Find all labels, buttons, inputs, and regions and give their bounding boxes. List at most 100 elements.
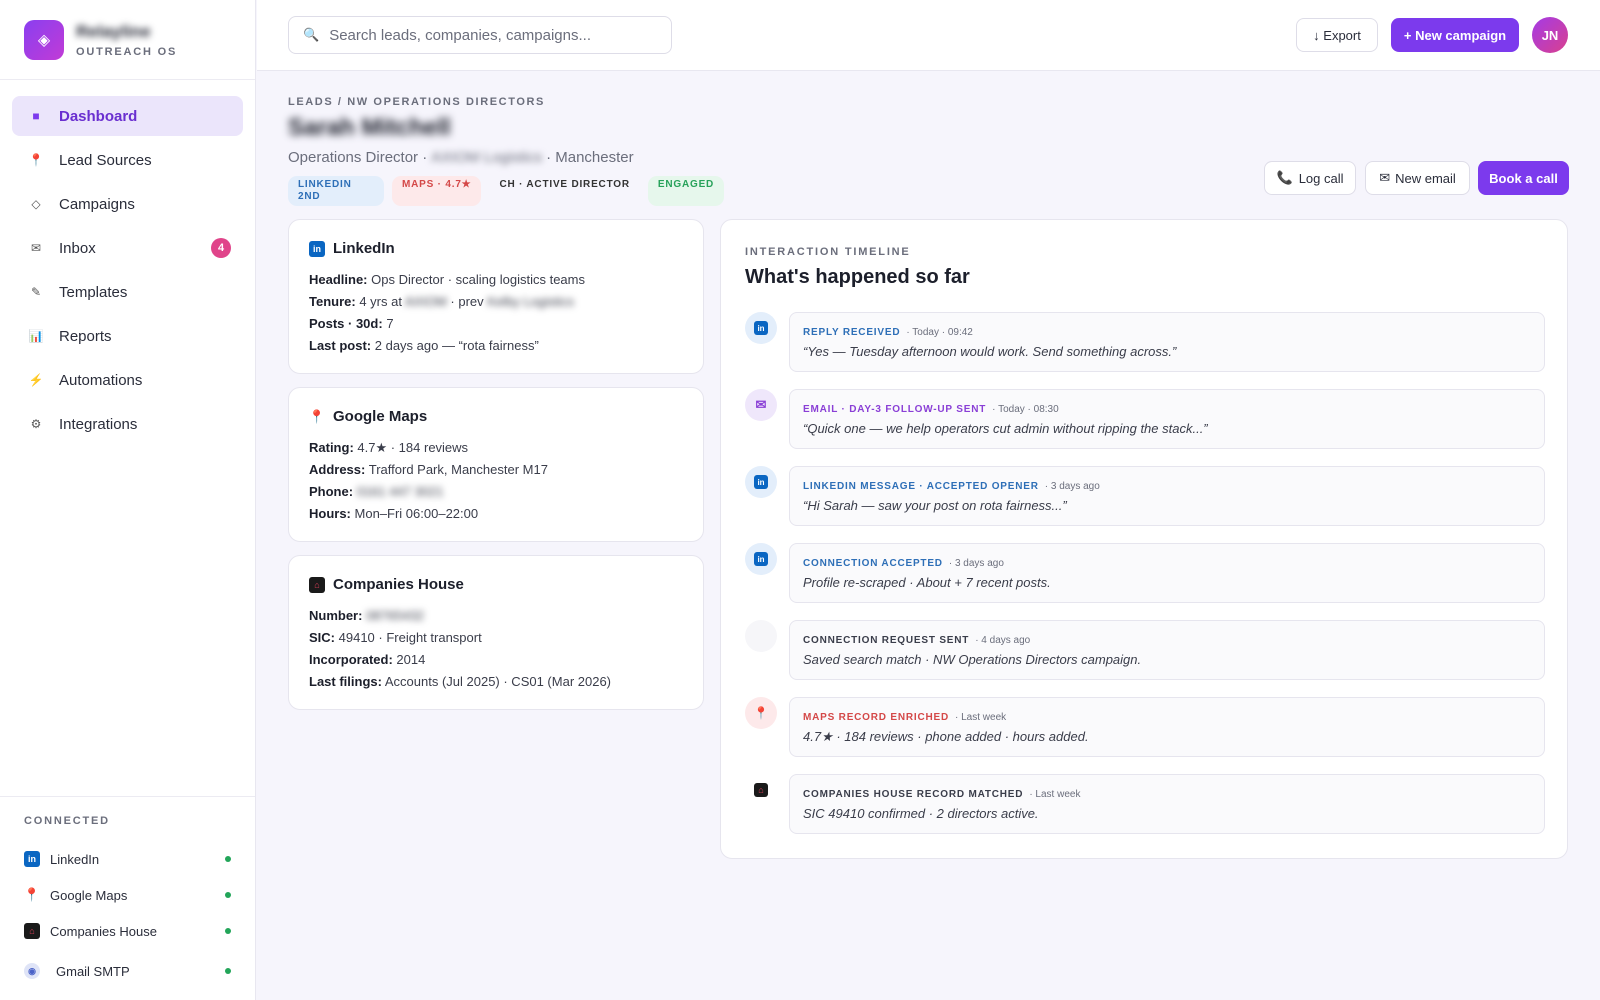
new-email-button[interactable]: ✉ New email: [1365, 161, 1470, 195]
event-time: · Last week: [1029, 789, 1081, 800]
headline-label: Headline:: [309, 272, 368, 287]
tenure-row: Tenure: 4 yrs at AXIOM · prev Kelby Logi…: [309, 291, 683, 313]
sidebar: ◈ Relayline OUTREACH OS ■ Dashboard 📍 Le…: [0, 0, 256, 1000]
tenure-label: Tenure:: [309, 294, 356, 309]
linkedin-icon: in: [745, 543, 777, 575]
connected-item-google-maps[interactable]: 📍 Google Maps: [24, 877, 231, 913]
search-box[interactable]: 🔍: [288, 16, 672, 54]
mail-icon: ✉: [30, 241, 42, 255]
event-time: · Today · 08:30: [992, 404, 1059, 415]
map-pin-icon: 📍: [745, 697, 777, 729]
bar-chart-icon: 📊: [28, 329, 44, 343]
event-text: SIC 49410 confirmed · 2 directors active…: [803, 806, 1039, 821]
sidebar-nav: ■ Dashboard 📍 Lead Sources ◇ Campaigns ✉…: [0, 80, 255, 444]
timeline-event[interactable]: in CONNECTION ACCEPTED · 3 days ago Profi…: [745, 543, 1545, 605]
sidebar-item-label: Templates: [59, 283, 128, 301]
brand-logo-icon[interactable]: ◈: [24, 19, 64, 60]
sidebar-item-integrations[interactable]: ⚙ Integrations: [12, 404, 243, 444]
connected-title: CONNECTED: [24, 815, 110, 827]
timeline-event-box: MAPS RECORD ENRICHED · Last week 4.7★ · 1…: [789, 697, 1545, 757]
posts-value: 7: [386, 316, 394, 331]
timeline-event-box: LINKEDIN MESSAGE · ACCEPTED OPENER · 3 da…: [789, 466, 1545, 526]
timeline-event[interactable]: in LINKEDIN MESSAGE · ACCEPTED OPENER · 3…: [745, 466, 1545, 528]
avatar[interactable]: JN: [1532, 17, 1568, 53]
maps-tag: MAPS · 4.7★: [392, 176, 482, 206]
sidebar-item-campaigns[interactable]: ◇ Campaigns: [12, 184, 243, 224]
search-input[interactable]: [329, 26, 660, 44]
breadcrumb[interactable]: LEADS / NW OPERATIONS DIRECTORS: [288, 96, 545, 108]
timeline-event[interactable]: CONNECTION REQUEST SENT · 4 days ago Save…: [745, 620, 1545, 682]
sidebar-item-lead-sources[interactable]: 📍 Lead Sources: [12, 140, 243, 180]
connected-item-label: Gmail SMTP: [56, 963, 130, 979]
timeline-event-box: REPLY RECEIVED · Today · 09:42 “Yes — Tue…: [789, 312, 1545, 372]
address-row: Address: Trafford Park, Manchester M17: [309, 459, 683, 481]
pin-icon: 📍: [28, 153, 44, 167]
number-row: Number: 08765432: [309, 605, 683, 627]
companies-house-card: ⌂ Companies House Number: 08765432 SIC: …: [288, 555, 704, 710]
event-text: “Quick one — we help operators cut admin…: [803, 421, 1208, 436]
timeline-event-box: EMAIL · DAY-3 FOLLOW-UP SENT · Today · 08…: [789, 389, 1545, 449]
event-text: Profile re-scraped · About + 7 recent po…: [803, 575, 1051, 590]
last-post-value: 2 days ago — “rota fairness”: [374, 338, 539, 353]
phone-label: Phone:: [309, 484, 354, 499]
event-text: 4.7★ · 184 reviews · phone added · hours…: [803, 729, 1089, 744]
connected-status-dot: [225, 856, 231, 862]
linkedin-icon: in: [309, 240, 325, 257]
connected-item-linkedin[interactable]: in LinkedIn: [24, 841, 231, 877]
timeline-event[interactable]: ✉ EMAIL · DAY-3 FOLLOW-UP SENT · Today · …: [745, 389, 1545, 451]
timeline-event-box: CONNECTION REQUEST SENT · 4 days ago Save…: [789, 620, 1545, 680]
linkedin-card: in LinkedIn Headline: Ops Director · sca…: [288, 219, 704, 374]
sidebar-item-inbox[interactable]: ✉ Inbox 4: [12, 228, 243, 268]
address-label: Address:: [309, 462, 366, 477]
connected-item-label: Companies House: [50, 923, 157, 939]
inbox-count-badge: 4: [211, 238, 231, 258]
timeline-event[interactable]: 📍 MAPS RECORD ENRICHED · Last week 4.7★ ·…: [745, 697, 1545, 759]
lead-role: Operations Director ·: [288, 149, 428, 166]
sidebar-item-label: Reports: [59, 327, 112, 345]
lead-location: · Manchester: [546, 149, 634, 166]
tenure-prev-label: · prev: [450, 294, 484, 309]
hours-value: Mon–Fri 06:00–22:00: [354, 506, 479, 521]
card-title-text: Google Maps: [333, 408, 428, 425]
headline-value: Ops Director · scaling logistics teams: [371, 272, 585, 287]
sidebar-item-dashboard[interactable]: ■ Dashboard: [12, 96, 243, 136]
sidebar-item-reports[interactable]: 📊 Reports: [12, 316, 243, 356]
event-type: MAPS RECORD ENRICHED: [803, 712, 950, 723]
book-call-button[interactable]: Book a call: [1478, 161, 1569, 195]
number-value: 08765432: [366, 608, 424, 623]
companies-house-tag: CH · ACTIVE DIRECTOR: [499, 179, 630, 190]
lightning-icon: ⚡: [28, 373, 44, 387]
new-campaign-button[interactable]: + New campaign: [1391, 18, 1519, 52]
export-button[interactable]: ↓ Export: [1296, 18, 1378, 52]
log-call-button[interactable]: 📞 Log call: [1264, 161, 1356, 195]
timeline-event[interactable]: in REPLY RECEIVED · Today · 09:42 “Yes — …: [745, 312, 1545, 374]
event-text: Saved search match · NW Operations Direc…: [803, 652, 1142, 667]
filings-row: Last filings: Accounts (Jul 2025) · CS01…: [309, 671, 683, 693]
sic-value: 49410 · Freight transport: [338, 630, 482, 645]
pen-icon: ✎: [30, 285, 42, 299]
event-time: · 3 days ago: [1044, 481, 1100, 492]
sidebar-item-templates[interactable]: ✎ Templates: [12, 272, 243, 312]
gmail-icon: ◉: [24, 963, 40, 979]
rating-value: 4.7★ · 184 reviews: [357, 440, 469, 455]
blank-icon: [745, 620, 777, 652]
linkedin-icon: in: [24, 851, 40, 867]
event-type: CONNECTION ACCEPTED: [803, 558, 943, 569]
google-maps-card: 📍 Google Maps Rating: 4.7★ · 184 reviews…: [288, 387, 704, 542]
timeline-title: What's happened so far: [745, 266, 970, 288]
card-title: in LinkedIn: [309, 240, 683, 257]
connected-item-gmail-smtp[interactable]: ◉ Gmail SMTP: [24, 953, 231, 989]
timeline-event[interactable]: ⌂ COMPANIES HOUSE RECORD MATCHED · Last w…: [745, 774, 1545, 836]
search-icon: 🔍: [303, 27, 320, 42]
connected-status-dot: [225, 968, 231, 974]
card-title: 📍 Google Maps: [309, 408, 683, 425]
connected-status-dot: [225, 928, 231, 934]
sidebar-item-label: Dashboard: [59, 107, 138, 125]
sidebar-item-automations[interactable]: ⚡ Automations: [12, 360, 243, 400]
hours-row: Hours: Mon–Fri 06:00–22:00: [309, 503, 683, 525]
phone-value: 0161 447 3021: [356, 484, 444, 499]
lead-tags: LINKEDIN 2ND MAPS · 4.7★ CH · ACTIVE DIR…: [288, 176, 725, 206]
linkedin-icon: in: [745, 312, 777, 344]
brand-name: Relayline: [76, 21, 151, 41]
connected-item-companies-house[interactable]: ⌂ Companies House: [24, 913, 231, 949]
